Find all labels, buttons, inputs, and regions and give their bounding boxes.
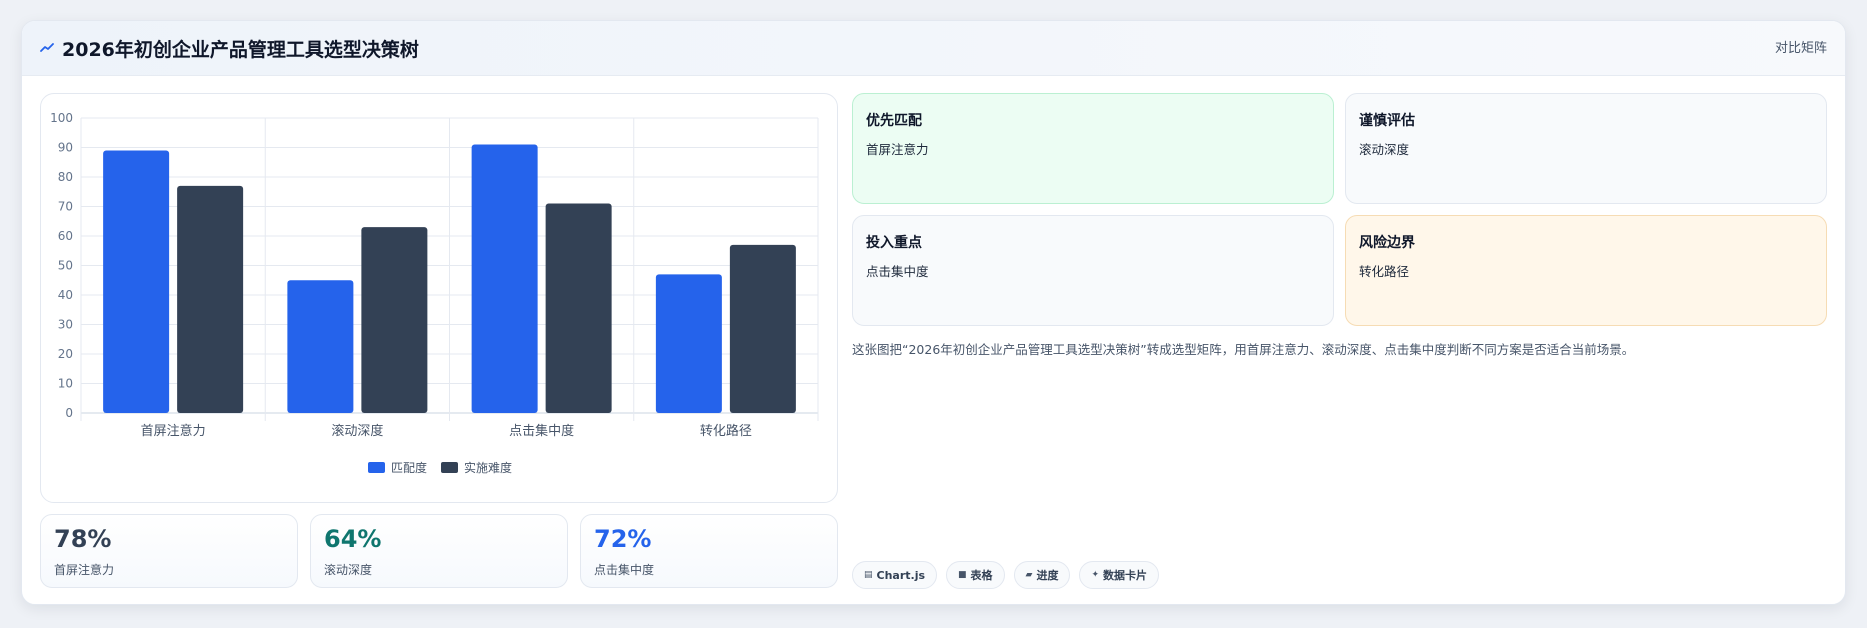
tag[interactable]: ▤ Chart.js — [852, 561, 938, 589]
y-tick-label: 100 — [50, 111, 73, 125]
table-icon: ▤ — [864, 570, 873, 580]
y-tick-label: 80 — [58, 170, 73, 184]
y-tick-label: 0 — [65, 406, 73, 420]
y-tick-label: 30 — [58, 318, 73, 332]
progress-icon: ▰ — [1025, 570, 1033, 580]
legend-label: 实施难度 — [464, 460, 512, 475]
tag[interactable]: ✦ 数据卡片 — [1079, 561, 1160, 589]
legend-label: 匹配度 — [391, 460, 427, 475]
x-tick-label: 首屏注意力 — [141, 423, 206, 439]
description: 这张图把“2026年初创企业产品管理工具选型决策树”转成选型矩阵，用首屏注意力、… — [852, 342, 1635, 357]
stat-label: 滚动深度 — [324, 563, 373, 577]
matrix-cell-body: 首屏注意力 — [866, 142, 929, 157]
bar-chart: 0 10 20 30 40 50 60 70 80 90 100 首屏注意力 滚动深度 点击集中度 转化路径… — [50, 111, 819, 475]
tag-list: ▤ Chart.js ■ 表格 ▰ 进度 ✦ 数据卡片 — [852, 561, 1160, 589]
y-tick-label: 60 — [58, 229, 73, 243]
tag-label: 数据卡片 — [1103, 569, 1148, 582]
legend-swatch — [368, 462, 385, 473]
bar — [471, 144, 538, 414]
trend-icon — [40, 41, 54, 55]
tag-label: Chart.js — [876, 568, 926, 582]
bar — [177, 185, 244, 413]
y-tick-label: 40 — [58, 288, 73, 302]
bar — [655, 274, 722, 413]
decision-card: 2026年初创企业产品管理工具选型决策树 对比矩阵 0 10 20 30 40 50 60 7… — [21, 20, 1846, 605]
compare-matrix-link[interactable]: 对比矩阵 — [1775, 21, 1827, 76]
bar — [545, 203, 612, 413]
stat-value: 72% — [594, 525, 652, 553]
card-header: 2026年初创企业产品管理工具选型决策树 对比矩阵 — [22, 21, 1845, 76]
grid-icon: ■ — [958, 570, 967, 580]
stat-value: 78% — [54, 525, 112, 553]
matrix-cell-body: 点击集中度 — [866, 264, 929, 279]
tag[interactable]: ■ 表格 — [946, 561, 1005, 589]
y-tick-label: 10 — [58, 377, 73, 391]
y-tick-label: 90 — [58, 141, 73, 155]
bar — [103, 150, 170, 413]
tag-label: 表格 — [970, 569, 993, 582]
chart-panel: 0 10 20 30 40 50 60 70 80 90 100 首屏注意力 滚动深度 点击集中度 转化路径… — [40, 93, 838, 503]
matrix-cell-title: 投入重点 — [866, 235, 922, 251]
y-tick-label: 50 — [58, 259, 73, 273]
x-tick-label: 滚动深度 — [331, 423, 383, 439]
x-tick-label: 转化路径 — [700, 423, 752, 439]
y-tick-label: 70 — [58, 200, 73, 214]
stat-card: 78% 首屏注意力 — [40, 514, 298, 588]
matrix-cell: 风险边界 转化路径 — [1345, 215, 1827, 326]
y-tick-label: 20 — [58, 347, 73, 361]
stat-card: 72% 点击集中度 — [580, 514, 838, 588]
matrix-cell-title: 优先匹配 — [866, 113, 922, 129]
tag[interactable]: ▰ 进度 — [1013, 561, 1071, 589]
bar — [361, 227, 428, 413]
sparkle-icon: ✦ — [1091, 570, 1100, 580]
stat-card: 64% 滚动深度 — [310, 514, 568, 588]
tag-label: 进度 — [1036, 569, 1059, 582]
page-title: 2026年初创企业产品管理工具选型决策树 — [62, 38, 419, 61]
matrix-cell-body: 滚动深度 — [1359, 142, 1410, 157]
x-tick-label: 点击集中度 — [509, 423, 574, 439]
stat-value: 64% — [324, 525, 382, 553]
bar — [287, 280, 354, 413]
matrix-cell-title: 风险边界 — [1359, 235, 1415, 251]
matrix-cell: 优先匹配 首屏注意力 — [852, 93, 1334, 204]
stat-label: 首屏注意力 — [54, 563, 115, 577]
bar — [729, 244, 796, 413]
legend-swatch — [441, 462, 458, 473]
stat-label: 点击集中度 — [594, 563, 655, 577]
matrix-cell-body: 转化路径 — [1359, 264, 1410, 279]
matrix-cell-title: 谨慎评估 — [1359, 113, 1415, 129]
matrix-cell: 谨慎评估 滚动深度 — [1345, 93, 1827, 204]
matrix-cell: 投入重点 点击集中度 — [852, 215, 1334, 326]
